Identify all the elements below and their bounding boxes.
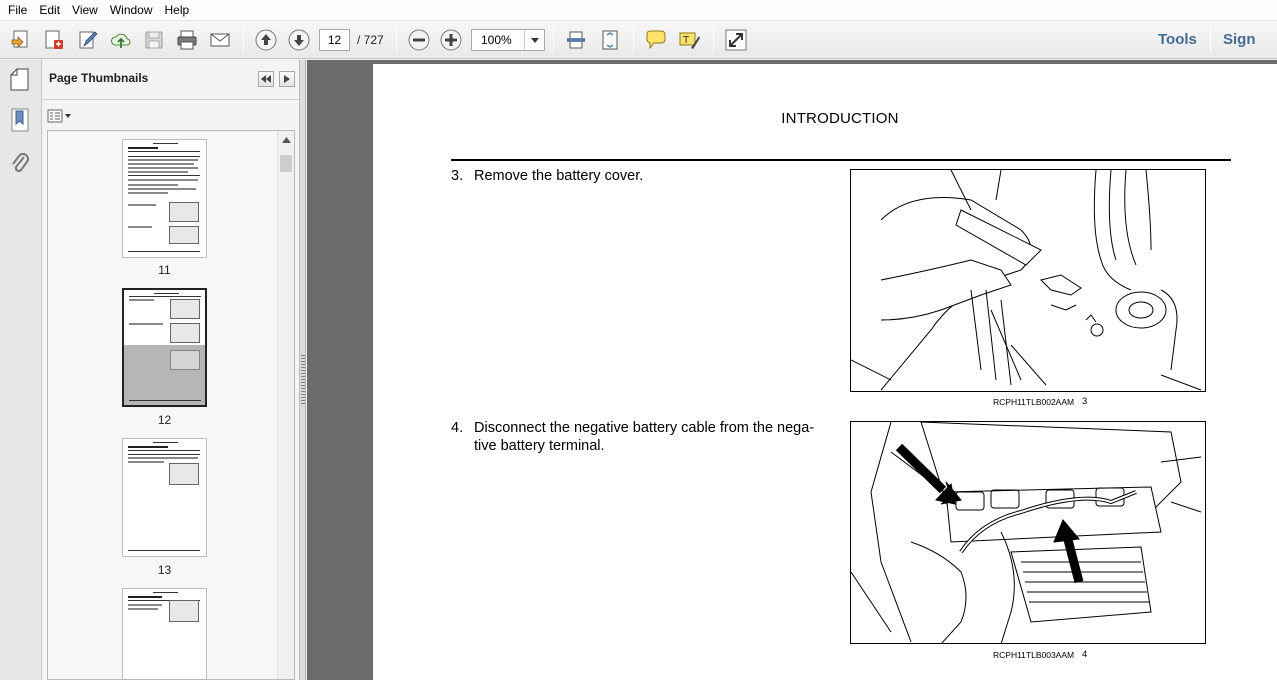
figure-caption: RCPH11TLB003AAM xyxy=(993,650,1075,660)
figure-caption: RCPH11TLB002AAM xyxy=(993,397,1075,407)
splitter-grip[interactable] xyxy=(301,355,305,405)
expand-right-icon[interactable] xyxy=(279,71,295,87)
print-icon[interactable] xyxy=(174,28,200,52)
prev-page-icon[interactable] xyxy=(253,28,279,52)
step-text: Remove the battery cover. xyxy=(474,168,644,184)
pdf-icon[interactable] xyxy=(41,28,67,52)
page-thumbnail[interactable] xyxy=(122,139,207,258)
thumbnail-label: 12 xyxy=(157,413,172,427)
scrollbar-thumb[interactable] xyxy=(280,155,292,172)
panel-title: Page Thumbnails xyxy=(49,71,149,85)
step-text-line-1: Disconnect the negative battery cable fr… xyxy=(474,420,815,436)
expand-icon[interactable] xyxy=(723,28,749,52)
sign-button[interactable]: Sign xyxy=(1223,30,1256,50)
thumbnail-label: 13 xyxy=(157,563,172,577)
next-page-icon[interactable] xyxy=(286,28,312,52)
zoom-in-icon[interactable] xyxy=(438,28,464,52)
fit-width-icon[interactable] xyxy=(563,28,589,52)
toolbar-separator xyxy=(553,27,554,53)
scroll-up-icon[interactable] xyxy=(278,131,294,148)
menu-window[interactable]: Window xyxy=(104,0,159,21)
thumbnail-options-button[interactable] xyxy=(47,108,73,124)
step-text: Disconnect the negative battery cable fr… xyxy=(474,419,834,455)
tools-button[interactable]: Tools xyxy=(1158,30,1197,50)
thumbnails-header: Page Thumbnails xyxy=(43,60,299,100)
menu-help[interactable]: Help xyxy=(159,0,196,21)
page-thumbnail-selected[interactable] xyxy=(122,288,207,407)
figure-number: 4 xyxy=(1082,649,1088,660)
page-number-input[interactable]: 12 xyxy=(319,29,350,51)
menu-bar: File Edit View Window Help xyxy=(0,0,1277,21)
highlight-icon[interactable]: T xyxy=(676,28,702,52)
toolbar-separator xyxy=(713,27,714,53)
page-heading: INTRODUCTION xyxy=(781,110,899,127)
step-text-line-2: tive battery terminal. xyxy=(474,438,605,454)
edit-icon[interactable] xyxy=(75,28,101,52)
thumbnail-label: 11 xyxy=(158,263,171,277)
thumbnails-panel: Page Thumbnails 11 12 13 xyxy=(43,60,300,680)
navigation-rail xyxy=(0,60,42,680)
document-area: INTRODUCTION 3. Remove the battery cover… xyxy=(307,60,1277,680)
thumbnails-scrollbar[interactable] xyxy=(277,131,294,679)
fit-page-icon[interactable] xyxy=(597,28,623,52)
menu-edit[interactable]: Edit xyxy=(33,0,66,21)
collapse-left-icon[interactable] xyxy=(258,71,274,87)
page-thumbnail[interactable] xyxy=(122,438,207,557)
menu-file[interactable]: File xyxy=(2,0,33,21)
page-thumbnail[interactable] xyxy=(122,588,207,679)
toolbar-separator xyxy=(396,27,397,53)
page-icon[interactable] xyxy=(6,66,34,94)
document-page: INTRODUCTION 3. Remove the battery cover… xyxy=(373,64,1277,680)
toolbar-separator xyxy=(243,27,244,53)
battery-terminal-figure xyxy=(850,421,1206,644)
page-total: / 727 xyxy=(357,33,384,47)
email-icon[interactable] xyxy=(207,28,233,52)
menu-view[interactable]: View xyxy=(66,0,104,21)
toolbar-separator xyxy=(1210,27,1211,53)
save-icon[interactable] xyxy=(141,28,167,52)
zoom-value: 100% xyxy=(481,33,512,47)
zoom-out-icon[interactable] xyxy=(406,28,432,52)
bookmark-icon[interactable] xyxy=(6,106,34,134)
svg-text:T: T xyxy=(682,35,690,46)
pdf-reader-window: File Edit View Window Help 12 / 727 100%… xyxy=(0,0,1277,680)
attachment-icon[interactable] xyxy=(6,150,34,178)
comment-icon[interactable] xyxy=(643,28,669,52)
step-number: 3. xyxy=(451,168,464,184)
battery-cover-figure xyxy=(850,169,1206,392)
cloud-upload-icon[interactable] xyxy=(108,28,134,52)
zoom-select[interactable]: 100% xyxy=(471,29,545,51)
toolbar: 12 / 727 100% T Tools Sign xyxy=(0,21,1277,59)
toolbar-separator xyxy=(633,27,634,53)
thumbnails-list[interactable]: 11 12 13 xyxy=(47,130,295,680)
create-icon[interactable] xyxy=(8,28,34,52)
chevron-down-icon[interactable] xyxy=(524,30,544,50)
heading-rule xyxy=(451,159,1231,161)
figure-number: 3 xyxy=(1082,396,1088,407)
step-number: 4. xyxy=(451,420,464,436)
